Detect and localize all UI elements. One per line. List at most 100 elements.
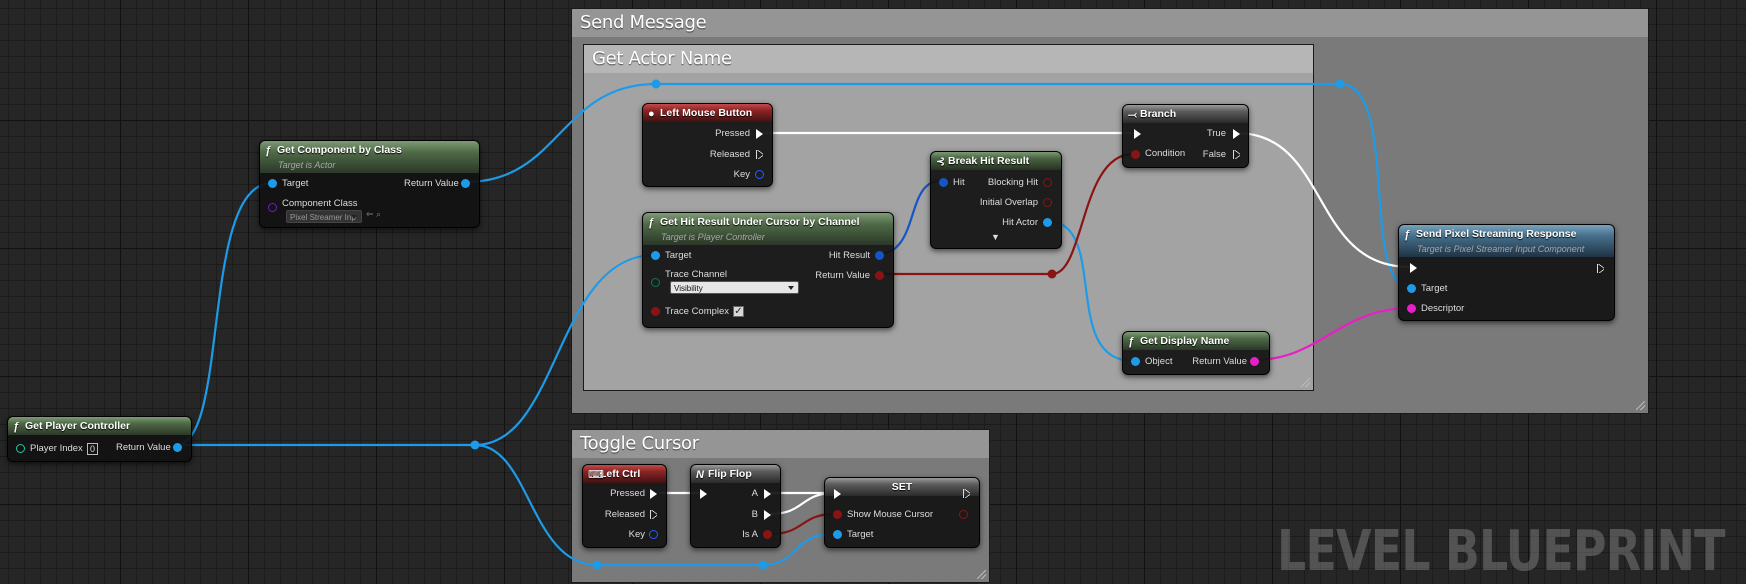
node-left-ctrl[interactable]: ⌨ Left Ctrl Pressed Released Key [582,464,667,548]
node-get-component-by-class[interactable]: ƒ Get Component by Class Target is Actor… [259,140,480,228]
reroute-knot [1335,79,1345,89]
player-index-pin[interactable] [16,444,25,453]
key-pin[interactable] [755,170,764,179]
node-get-hit-result[interactable]: ƒ Get Hit Result Under Cursor by Channel… [642,212,894,328]
node-title: Get Hit Result Under Cursor by Channel [660,216,860,228]
hit-result-pin[interactable] [875,251,884,260]
node-left-mouse-button[interactable]: ● Left Mouse Button Pressed Released Key [642,103,773,187]
hit-actor-label: Hit Actor [1002,217,1038,228]
show-mouse-cursor-out-pin[interactable] [959,510,968,519]
send-exec-out-pin[interactable] [1597,264,1604,273]
true-label: True [1206,128,1226,139]
node-header: ⌨ Left Ctrl [583,465,666,483]
branch-icon: ⤙ [1128,109,1137,121]
branch-exec-in-pin[interactable] [1134,129,1141,139]
return-value-pin[interactable] [1250,357,1259,366]
send-exec-in-pin[interactable] [1410,263,1417,273]
node-subtitle: Target is Player Controller [661,232,765,242]
target-pin[interactable] [1407,284,1416,293]
return-value-label: Return Value [1192,356,1247,367]
node-title: Branch [1140,108,1177,120]
trace-complex-label: Trace Complex [665,306,730,317]
descriptor-pin[interactable] [1407,304,1416,313]
return-value-label: Return Value [404,178,459,189]
blocking-hit-label: Blocking Hit [987,177,1038,188]
reroute-knot [470,440,480,450]
is-a-label: Is A [742,529,758,540]
trace-channel-dropdown[interactable]: Visibility [670,281,799,294]
false-exec-pin[interactable] [1233,150,1240,159]
is-a-pin[interactable] [763,530,772,539]
trace-complex-checkbox[interactable]: ✓ [733,306,744,317]
node-title: Left Mouse Button [660,107,753,119]
node-set[interactable]: SET Show Mouse Cursor Target [824,477,980,548]
target-pin[interactable] [651,251,660,260]
pressed-exec-pin[interactable] [650,489,657,499]
trace-channel-pin[interactable] [651,278,660,287]
false-label: False [1202,149,1226,160]
key-pin[interactable] [649,530,658,539]
node-get-player-controller[interactable]: ƒ Get Player Controller Player Index 0 R… [7,416,192,462]
node-branch[interactable]: ⤙ Branch True Condition False [1122,104,1249,168]
node-header: ⊰ Break Hit Result [931,152,1061,170]
target-label: Target [665,250,692,261]
node-break-hit-result[interactable]: ⊰ Break Hit Result Hit Blocking Hit Init… [930,151,1062,249]
return-value-pin[interactable] [875,271,884,280]
condition-label: Condition [1145,148,1186,159]
return-value-pin[interactable] [461,179,470,188]
hit-label: Hit [953,177,965,188]
true-exec-pin[interactable] [1233,129,1240,139]
node-header: ⤙ Branch [1123,105,1248,123]
node-header: N Flip Flop [691,465,780,483]
hit-pin[interactable] [939,178,948,187]
function-icon: ƒ [648,217,655,229]
node-header: SET [825,478,979,496]
condition-pin[interactable] [1131,150,1140,159]
reroute-knot [758,560,768,570]
expand-chevron-icon[interactable]: ▼ [991,232,1000,242]
released-label: Released [709,149,750,160]
trace-complex-pin[interactable] [651,307,660,316]
node-header: ƒ Get Display Name [1123,332,1269,350]
node-subtitle: Target is Actor [278,160,336,170]
player-index-input[interactable]: 0 [87,443,98,455]
component-class-dropdown[interactable]: Pixel Streamer Inp [286,210,362,223]
node-get-display-name[interactable]: ƒ Get Display Name Object Return Value [1122,331,1270,375]
player-index-label: Player Index [30,443,83,454]
b-label: B [751,509,758,520]
set-exec-in-pin[interactable] [834,489,841,499]
mouse-icon: ● [648,108,655,120]
b-exec-pin[interactable] [764,510,771,520]
node-title: SET [891,481,913,493]
show-mouse-cursor-pin[interactable] [833,510,842,519]
pressed-exec-pin[interactable] [756,129,763,139]
return-value-label: Return Value [815,270,870,281]
set-exec-out-pin[interactable] [963,489,970,498]
clear-class-icon[interactable]: ⇐ ⌕ [366,209,381,220]
target-label: Target [1421,283,1448,294]
flipflop-exec-in-pin[interactable] [700,489,707,499]
return-value-pin[interactable] [173,443,182,452]
object-pin[interactable] [1131,357,1140,366]
node-title: Get Player Controller [25,420,131,432]
descriptor-label: Descriptor [1421,303,1465,314]
wire-controller-to-getcomponent [175,181,273,447]
node-title: Flip Flop [708,468,752,480]
target-pin[interactable] [268,179,277,188]
a-exec-pin[interactable] [764,489,771,499]
component-class-label: Component Class [282,198,358,209]
released-exec-pin[interactable] [650,510,657,519]
node-title: Break Hit Result [948,155,1030,167]
target-pin[interactable] [833,530,842,539]
node-flip-flop[interactable]: N Flip Flop A B Is A [690,464,781,548]
hit-actor-pin[interactable] [1043,218,1052,227]
blocking-hit-pin[interactable] [1043,178,1052,187]
break-struct-icon: ⊰ [936,156,946,168]
component-class-pin[interactable] [268,203,277,212]
node-title: Get Component by Class [277,144,402,156]
released-exec-pin[interactable] [756,150,763,159]
function-icon: ƒ [13,421,20,433]
initial-overlap-pin[interactable] [1043,198,1052,207]
initial-overlap-label: Initial Overlap [979,197,1038,208]
node-send-pixel-streaming-response[interactable]: ƒ Send Pixel Streaming Response Target i… [1398,224,1615,321]
